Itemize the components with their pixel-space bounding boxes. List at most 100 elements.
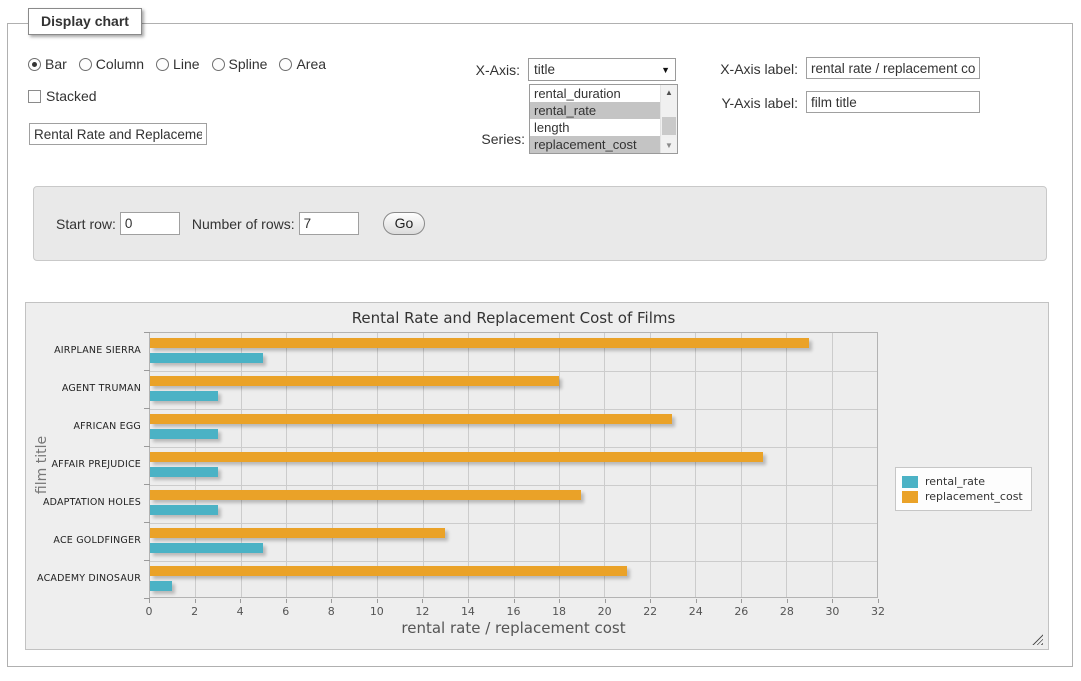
x-tick-mark [650, 599, 651, 603]
x-axis-select[interactable]: title ▼ [528, 58, 676, 81]
gridline [195, 333, 196, 597]
band-separator [150, 561, 877, 562]
gridline [377, 333, 378, 597]
start-row-label: Start row: [56, 216, 116, 232]
bar-replacement-cost [150, 528, 445, 538]
y-tick-mark [144, 560, 150, 561]
gridline [332, 333, 333, 597]
y-tick-mark [144, 484, 150, 485]
bar-rental-rate [150, 429, 218, 439]
radio-icon[interactable] [279, 58, 292, 71]
scrollbar-up-icon[interactable]: ▲ [661, 85, 677, 100]
x-tick-label: 28 [780, 605, 794, 618]
category-label: AGENT TRUMAN [26, 383, 141, 394]
chart-type-option-line: Line [156, 56, 199, 72]
x-tick-label: 4 [237, 605, 244, 618]
radio-icon[interactable] [79, 58, 92, 71]
bar-replacement-cost [150, 414, 672, 424]
category-label: ACADEMY DINOSAUR [26, 573, 141, 584]
x-tick-mark [741, 599, 742, 603]
listbox-scrollbar[interactable]: ▲ ▼ [660, 85, 677, 153]
category-label: ADAPTATION HOLES [26, 497, 141, 508]
x-axis-label: X-Axis: [440, 62, 520, 78]
rows-panel: Start row: Number of rows: Go [33, 186, 1047, 261]
scrollbar-down-icon[interactable]: ▼ [661, 138, 677, 153]
gridline [741, 333, 742, 597]
x-tick-label: 0 [146, 605, 153, 618]
series-option-rental_rate[interactable]: rental_rate [530, 102, 660, 119]
gridline [604, 333, 605, 597]
gridline [695, 333, 696, 597]
x-tick-label: 16 [507, 605, 521, 618]
x-tick-mark [240, 599, 241, 603]
display-chart-page: Display chart BarColumnLineSplineArea St… [0, 0, 1081, 681]
x-tick-label: 6 [282, 605, 289, 618]
bar-replacement-cost [150, 490, 581, 500]
bar-replacement-cost [150, 376, 559, 386]
gridline [514, 333, 515, 597]
category-label: ACE GOLDFINGER [26, 535, 141, 546]
legend-swatch-icon [902, 491, 918, 503]
chart-title-input[interactable] [29, 123, 207, 145]
series-option-length[interactable]: length [530, 119, 660, 136]
radio-icon[interactable] [212, 58, 225, 71]
category-label: AFFAIR PREJUDICE [26, 459, 141, 470]
go-button[interactable]: Go [383, 212, 426, 235]
legend-entry-replacement_cost: replacement_cost [902, 490, 1023, 503]
radio-icon[interactable] [156, 58, 169, 71]
y-axis-label-input[interactable] [806, 91, 980, 113]
bar-rental-rate [150, 353, 263, 363]
x-axis-label-input[interactable] [806, 57, 980, 79]
y-tick-mark [144, 598, 150, 599]
x-tick-mark [149, 599, 150, 603]
x-tick-label: 10 [370, 605, 384, 618]
radio-label: Spline [229, 56, 268, 72]
x-tick-mark [286, 599, 287, 603]
series-label: Series: [440, 131, 525, 147]
x-tick-label: 18 [552, 605, 566, 618]
gridline [559, 333, 560, 597]
stacked-checkbox[interactable] [28, 90, 41, 103]
stacked-label: Stacked [46, 88, 97, 104]
bar-replacement-cost [150, 338, 809, 348]
radio-icon[interactable] [28, 58, 41, 71]
band-separator [150, 485, 877, 486]
x-tick-mark [878, 599, 879, 603]
bar-replacement-cost [150, 566, 627, 576]
start-row-input[interactable] [120, 212, 180, 235]
x-tick-label: 24 [689, 605, 703, 618]
series-listbox[interactable]: rental_durationrental_ratelengthreplacem… [529, 84, 678, 154]
chart-panel: Rental Rate and Replacement Cost of Film… [25, 302, 1049, 650]
y-tick-mark [144, 370, 150, 371]
bar-rental-rate [150, 391, 218, 401]
y-axis-label-field-label: Y-Axis label: [712, 95, 798, 111]
chart-title: Rental Rate and Replacement Cost of Film… [149, 309, 878, 327]
band-separator [150, 447, 877, 448]
num-rows-input[interactable] [299, 212, 359, 235]
bar-rental-rate [150, 581, 172, 591]
chart-type-option-bar: Bar [28, 56, 67, 72]
x-tick-mark [468, 599, 469, 603]
x-tick-label: 26 [734, 605, 748, 618]
chart-x-axis-title: rental rate / replacement cost [149, 619, 878, 637]
gridline [650, 333, 651, 597]
band-separator [150, 523, 877, 524]
gridline [286, 333, 287, 597]
y-tick-mark [144, 332, 150, 333]
legend-label: rental_rate [925, 475, 985, 488]
radio-label: Line [173, 56, 199, 72]
fieldset-legend: Display chart [28, 8, 142, 35]
x-tick-label: 8 [328, 605, 335, 618]
x-tick-mark [422, 599, 423, 603]
legend-swatch-icon [902, 476, 918, 488]
gridline [241, 333, 242, 597]
x-tick-mark [832, 599, 833, 603]
resize-grip-icon[interactable] [1032, 634, 1043, 645]
series-option-replacement_cost[interactable]: replacement_cost [530, 136, 660, 153]
series-option-rental_duration[interactable]: rental_duration [530, 85, 660, 102]
scrollbar-thumb[interactable] [662, 117, 676, 135]
band-separator [150, 371, 877, 372]
chevron-down-icon: ▼ [661, 65, 670, 75]
y-tick-mark [144, 408, 150, 409]
x-tick-label: 12 [415, 605, 429, 618]
